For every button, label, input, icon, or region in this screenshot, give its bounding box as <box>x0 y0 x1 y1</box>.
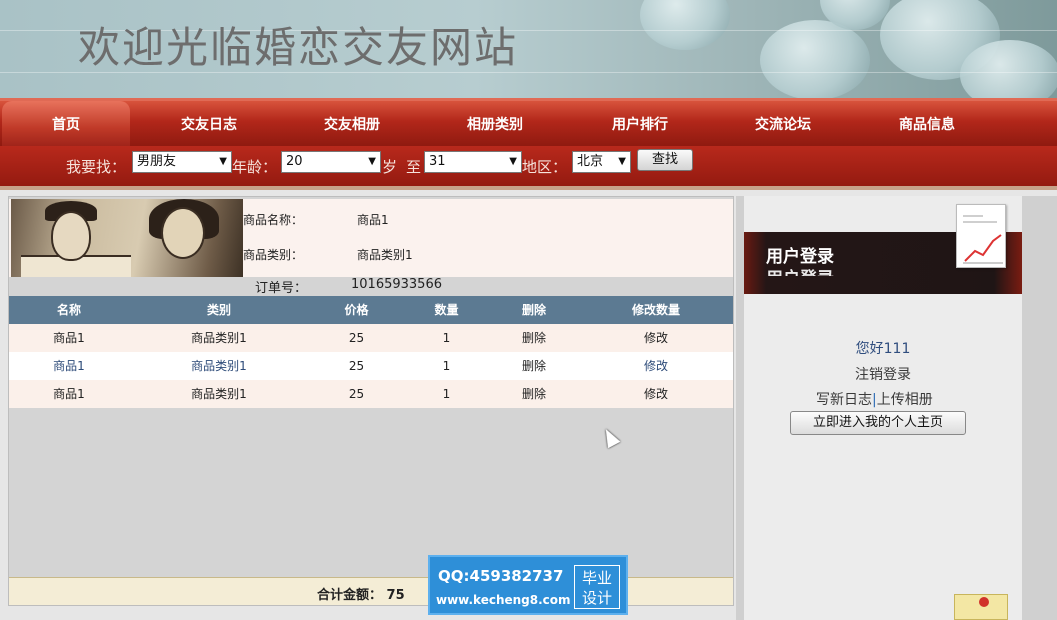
nav-item-diary[interactable]: 交友日志 <box>145 101 273 146</box>
table-row: 商品1 商品类别1 25 1 删除 修改 <box>9 380 733 408</box>
modify-link[interactable]: 修改 <box>579 352 733 380</box>
col-header-name: 名称 <box>56 303 81 317</box>
dropdown-arrow-icon: ▼ <box>509 156 517 167</box>
dropdown-arrow-icon: ▼ <box>368 156 376 167</box>
watermark-url: www.kecheng8.com <box>436 593 571 607</box>
cart-panel: 商品名称： 商品1 商品类别： 商品类别1 订单号： 10165933566 名… <box>8 196 734 606</box>
banner-flower-decoration <box>760 20 870 98</box>
dropdown-arrow-icon: ▼ <box>618 156 626 167</box>
modify-link[interactable]: 修改 <box>579 324 733 352</box>
cell-quantity: 1 <box>442 359 451 373</box>
nav-item-user-ranking[interactable]: 用户排行 <box>576 101 704 146</box>
enter-homepage-button[interactable]: 立即进入我的个人主页 <box>790 411 966 435</box>
product-category-value: 商品类别1 <box>357 248 413 262</box>
watermark-label-line1: 毕业 <box>581 569 612 587</box>
order-number-row: 订单号： 10165933566 <box>9 277 733 296</box>
doc-line <box>963 215 983 217</box>
find-select-value: 男朋友 <box>137 154 177 169</box>
nav-item-home[interactable]: 首页 <box>2 101 130 146</box>
dropdown-arrow-icon: ▼ <box>219 156 227 167</box>
site-banner: 欢迎光临婚恋交友网站 <box>0 0 1057 98</box>
delete-link[interactable]: 删除 <box>489 324 579 352</box>
user-sidebar: 用户登录 用户登录 您好111 注销登录 写新日志|上传相册 立即进入我的个人主… <box>744 196 1022 620</box>
site-title: 欢迎光临婚恋交友网站 <box>78 23 519 72</box>
age-from-value: 20 <box>286 154 303 169</box>
cell-price: 25 <box>348 387 365 401</box>
cell-category: 商品类别1 <box>191 359 247 373</box>
area-select[interactable]: 北京 ▼ <box>572 151 631 173</box>
main-nav: 首页 交友日志 交友相册 相册类别 用户排行 交流论坛 商品信息 <box>0 98 1057 146</box>
cell-name: 商品1 <box>53 331 85 345</box>
order-number-label: 订单号： <box>255 281 308 296</box>
search-button[interactable]: 查找 <box>637 149 693 171</box>
nav-item-album[interactable]: 交友相册 <box>288 101 416 146</box>
delete-link[interactable]: 删除 <box>489 380 579 408</box>
cell-name: 商品1 <box>53 359 85 373</box>
sidebar-title-shadow: 用户登录 <box>766 264 834 276</box>
delete-link[interactable]: 删除 <box>489 352 579 380</box>
chart-document-icon <box>956 204 1006 268</box>
modify-link[interactable]: 修改 <box>579 380 733 408</box>
image-figure <box>161 207 205 259</box>
cell-quantity: 1 <box>442 387 451 401</box>
doc-line <box>963 221 997 223</box>
age-from-select[interactable]: 20 ▼ <box>281 151 381 173</box>
column-divider <box>736 196 744 620</box>
age-to-value: 31 <box>429 154 446 169</box>
nav-item-album-category[interactable]: 相册类别 <box>431 101 559 146</box>
user-actions-row: 写新日志|上传相册 <box>816 389 933 409</box>
watermark-qq: QQ:459382737 <box>438 567 564 585</box>
col-header-delete: 删除 <box>521 303 546 317</box>
product-name-label: 商品名称： <box>243 213 304 227</box>
to-label: 至 <box>406 158 422 176</box>
pin-icon <box>979 597 989 607</box>
table-row: 商品1 商品类别1 25 1 删除 修改 <box>9 324 733 352</box>
table-row: 商品1 商品类别1 25 1 删除 修改 <box>9 352 733 380</box>
cell-name: 商品1 <box>53 387 85 401</box>
watermark-label-line2: 设计 <box>581 589 612 607</box>
cart-total: 合计金额： 75 <box>317 588 405 603</box>
product-summary: 商品名称： 商品1 商品类别： 商品类别1 <box>9 199 733 277</box>
area-select-value: 北京 <box>577 154 604 169</box>
cell-price: 25 <box>348 359 365 373</box>
nav-item-forum[interactable]: 交流论坛 <box>719 101 847 146</box>
image-figure <box>51 211 91 261</box>
user-greeting[interactable]: 您好111 <box>744 338 1022 358</box>
banner-flower-decoration <box>640 0 730 50</box>
search-bar: 我要找： 男朋友 ▼ 年龄： 20 ▼ 岁 至 31 ▼ 地区： 北京 ▼ 查找 <box>0 146 1057 190</box>
find-select[interactable]: 男朋友 ▼ <box>132 151 232 173</box>
cell-quantity: 1 <box>442 331 451 345</box>
cell-category: 商品类别1 <box>191 331 247 345</box>
col-header-modify: 修改数量 <box>631 303 680 317</box>
find-label: 我要找： <box>66 158 127 176</box>
age-label: 年龄： <box>232 158 278 176</box>
cell-category: 商品类别1 <box>191 387 247 401</box>
col-header-category: 类别 <box>206 303 231 317</box>
logout-link[interactable]: 注销登录 <box>744 364 1022 384</box>
product-category-label: 商品类别： <box>243 248 304 262</box>
product-name-value: 商品1 <box>357 213 389 227</box>
col-header-price: 价格 <box>344 303 369 317</box>
banner-flower-decoration <box>960 40 1057 98</box>
nav-item-products[interactable]: 商品信息 <box>863 101 991 146</box>
watermark-badge: QQ:459382737 www.kecheng8.com 毕业 设计 <box>428 555 628 615</box>
page-right-edge <box>1022 196 1057 620</box>
product-image[interactable] <box>11 199 243 277</box>
sticky-note-icon <box>954 594 1008 620</box>
col-header-quantity: 数量 <box>434 303 459 317</box>
chart-line-icon <box>963 234 1003 264</box>
cart-table-header: 名称 类别 价格 数量 删除 修改数量 <box>9 296 733 324</box>
order-number-value: 10165933566 <box>351 277 442 292</box>
upload-album-link[interactable]: 上传相册 <box>877 392 933 408</box>
age-unit-label: 岁 <box>382 158 398 176</box>
write-diary-link[interactable]: 写新日志 <box>816 392 872 408</box>
cell-price: 25 <box>348 331 365 345</box>
area-label: 地区： <box>522 158 568 176</box>
age-to-select[interactable]: 31 ▼ <box>424 151 522 173</box>
watermark-label: 毕业 设计 <box>574 565 620 609</box>
